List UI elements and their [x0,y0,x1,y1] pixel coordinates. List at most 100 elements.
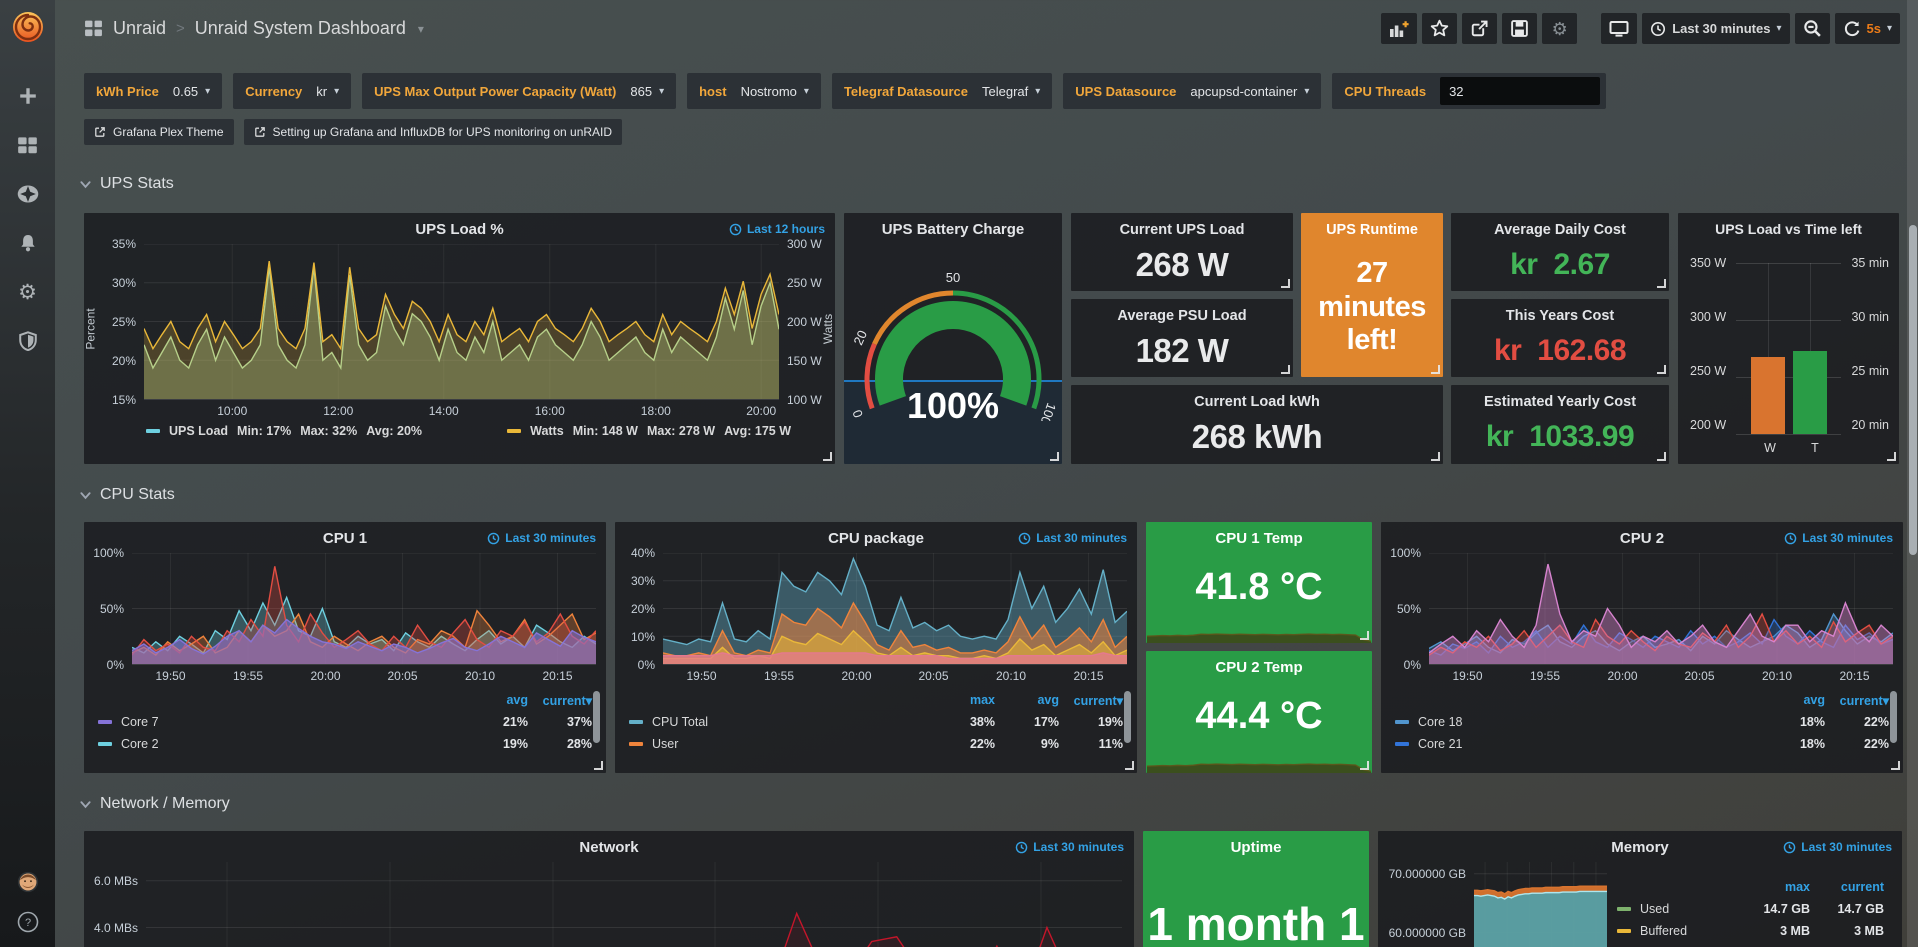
section-ups-stats[interactable]: UPS Stats [55,169,1918,199]
panel-time-override[interactable]: Last 30 minutes [1015,840,1124,854]
dashboard-dropdown-caret-icon[interactable]: ▾ [418,22,424,36]
panel-title[interactable]: Current UPS Load [1120,213,1245,238]
panel-title[interactable]: Estimated Yearly Cost [1484,385,1636,410]
variable-value-dropdown[interactable]: 865▾ [630,84,664,99]
panel-time-override[interactable]: Last 12 hours [729,222,825,236]
variable-value-dropdown[interactable]: Nostromo▾ [741,84,809,99]
grafana-logo-icon[interactable] [8,7,48,47]
configuration-gear-icon[interactable]: ⚙ [17,281,39,303]
legend-header-avg[interactable]: avg [1761,693,1825,707]
cpu2-chart[interactable] [1429,553,1893,665]
panel-title[interactable]: This Years Cost [1506,299,1615,324]
refresh-button[interactable]: 5s ▾ [1835,13,1901,44]
panel-time-override[interactable]: Last 30 minutes [1018,531,1127,545]
user-avatar[interactable] [17,871,39,893]
panel-time-override[interactable]: Last 30 minutes [1783,840,1892,854]
create-plus-icon[interactable] [17,85,39,107]
panel-title[interactable]: Network [84,831,1134,856]
variable-value-dropdown[interactable]: 0.65▾ [173,84,210,99]
panel-time-override[interactable]: Last 30 minutes [1784,531,1893,545]
legend-header-current[interactable]: current▾ [1825,693,1889,708]
legend-header-current[interactable]: current [1810,880,1884,894]
panel-title[interactable]: Current Load kWh [1194,385,1320,410]
legend-scrollbar[interactable] [593,691,600,743]
series-toggle[interactable]: Core 7 [98,715,464,729]
legend-item: Core 21 18% 22% [1395,733,1889,755]
legend-header-current[interactable]: current▾ [1059,693,1123,708]
explore-compass-icon[interactable] [17,183,39,205]
section-cpu-stats[interactable]: CPU Stats [55,480,1918,510]
share-button[interactable] [1462,13,1497,44]
refresh-interval-caret-icon[interactable]: ▾ [1887,23,1892,34]
breadcrumb-root[interactable]: Unraid [113,18,166,39]
server-admin-shield-icon[interactable] [17,330,39,352]
add-panel-button[interactable] [1381,13,1417,44]
panel-ups-load-vs-time: UPS Load vs Time left 350 W 300 W 250 W … [1678,213,1899,464]
legend-header-avg[interactable]: avg [464,693,528,707]
tv-mode-button[interactable] [1601,13,1637,44]
panel-network: Network Last 30 minutes 6.0 MBs 4.0 MBs … [84,831,1134,947]
variable-value-dropdown[interactable]: apcupsd-container▾ [1190,84,1309,99]
legend-header-current[interactable]: current▾ [528,693,592,708]
dashboard-settings-button[interactable]: ⚙ [1542,13,1577,44]
series-toggle[interactable]: Used [1617,902,1746,916]
scrollbar-thumb[interactable] [1909,225,1917,555]
panel-title[interactable]: CPU 1 Temp [1146,522,1372,547]
legend-item-watts[interactable]: Watts Min: 148 W Max: 278 W Avg: 175 W [507,424,791,438]
save-button[interactable] [1502,13,1537,44]
panel-title[interactable]: UPS Battery Charge [844,213,1062,238]
external-link-icon [94,126,106,138]
dashboard-grid-icon[interactable] [84,19,103,38]
panel-title[interactable]: UPS Runtime [1326,213,1418,238]
panel-time-override[interactable]: Last 30 minutes [487,531,596,545]
legend-scrollbar[interactable] [1124,691,1131,743]
alerting-bell-icon[interactable] [17,232,39,254]
legend-scrollbar[interactable] [1890,691,1897,743]
series-swatch [507,429,521,433]
link-ups-monitoring-guide[interactable]: Setting up Grafana and InfluxDB for UPS … [244,119,623,145]
legend-item-ups-load[interactable]: UPS Load Min: 17% Max: 32% Avg: 20% [146,424,422,438]
memory-chart[interactable] [1474,862,1607,947]
cpu-package-chart[interactable] [663,553,1127,665]
cpu-threads-input[interactable] [1440,77,1600,105]
dashboards-icon[interactable] [17,134,39,156]
panel-title[interactable]: UPS Load vs Time left [1678,213,1899,237]
variable-value-dropdown[interactable]: kr▾ [316,84,339,99]
panel-title[interactable]: UPS Load % [84,213,835,238]
y-axis-right: Watts 300 W 250 W 200 W 150 W 100 W [779,244,835,400]
series-toggle[interactable]: Buffered [1617,924,1746,938]
panel-title[interactable]: CPU 2 Temp [1146,651,1372,676]
time-range-picker[interactable]: Last 30 minutes ▾ [1642,13,1789,44]
zoom-out-button[interactable] [1795,13,1830,44]
panel-title[interactable]: Average PSU Load [1117,299,1246,324]
y-axis: 100% 50% 0% [84,553,132,665]
link-grafana-plex-theme[interactable]: Grafana Plex Theme [84,119,234,145]
chart-legend: avg current▾ Core 7 21% 37% Core 2 19% 2… [98,689,592,755]
stat-value: kr1033.99 [1486,410,1634,464]
star-button[interactable] [1422,13,1457,44]
bar-T[interactable] [1793,351,1827,434]
time-range-caret-icon: ▾ [1776,23,1781,34]
ups-load-chart[interactable] [144,244,779,400]
breadcrumb-current[interactable]: Unraid System Dashboard [195,18,406,39]
help-icon[interactable]: ? [17,911,39,933]
variable-label: Telegraf Datasource [844,84,968,99]
refresh-interval-label[interactable]: 5s [1867,21,1881,36]
series-toggle[interactable]: Core 2 [98,737,464,751]
legend-header-avg[interactable]: avg [995,693,1059,707]
variable-value-dropdown[interactable]: Telegraf▾ [982,84,1040,99]
series-toggle[interactable]: Core 21 [1395,737,1761,751]
ups-load-vs-time-bars[interactable] [1736,263,1841,434]
series-toggle[interactable]: User [629,737,931,751]
series-toggle[interactable]: Core 18 [1395,715,1761,729]
network-chart[interactable] [146,862,1122,947]
legend-header-max[interactable]: max [931,693,995,707]
legend-header-max[interactable]: max [1746,880,1810,894]
section-network-memory[interactable]: Network / Memory [55,789,1918,819]
page-scrollbar[interactable] [1907,0,1918,947]
bar-W[interactable] [1751,357,1785,434]
panel-title[interactable]: Uptime [1143,831,1369,856]
series-toggle[interactable]: CPU Total [629,715,931,729]
panel-title[interactable]: Average Daily Cost [1494,213,1626,238]
cpu1-chart[interactable] [132,553,596,665]
